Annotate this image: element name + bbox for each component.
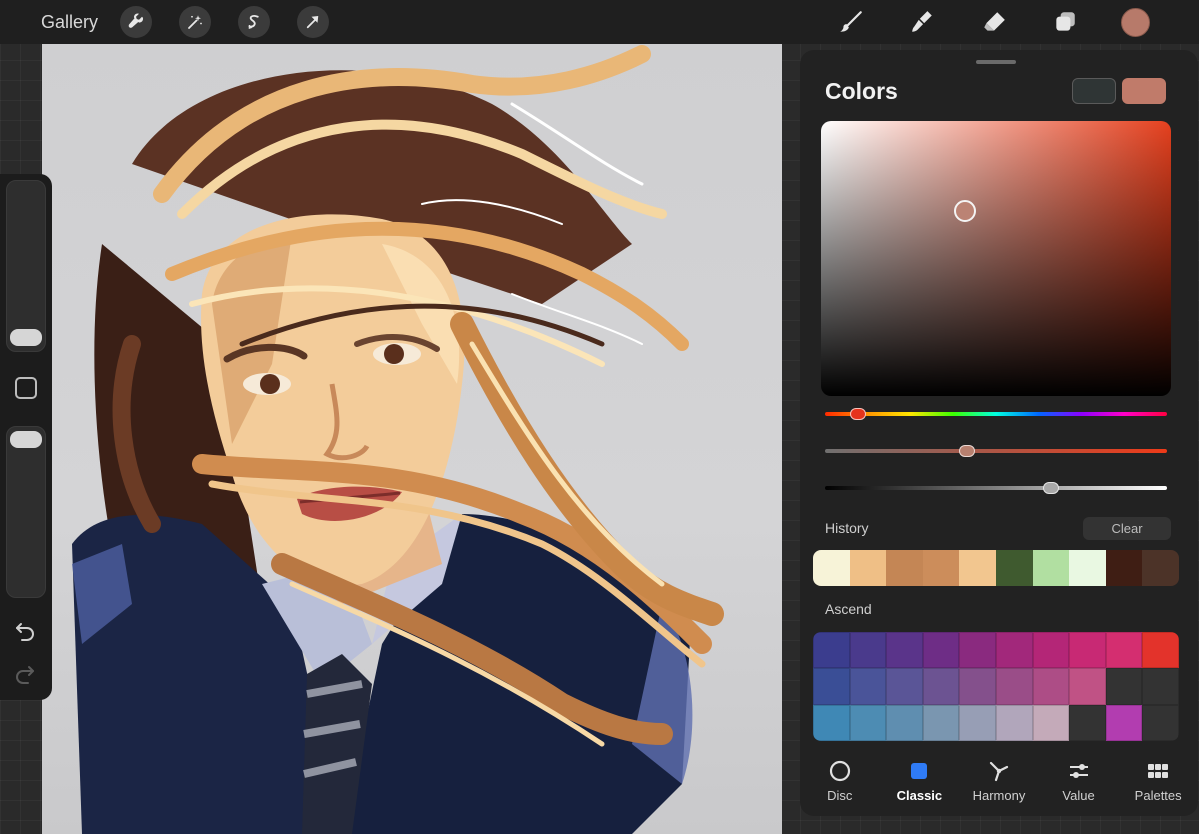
palette-swatch[interactable] [886, 632, 923, 669]
brightness-knob[interactable] [1043, 482, 1059, 494]
modify-button[interactable] [15, 377, 37, 399]
palette-swatch[interactable] [886, 704, 923, 741]
palette-swatch[interactable] [1032, 632, 1070, 669]
undo-icon[interactable] [13, 619, 37, 643]
tab-label: Harmony [972, 788, 1026, 803]
palette-swatch[interactable] [1142, 632, 1179, 669]
palette-swatch[interactable] [922, 668, 960, 705]
palette-swatch[interactable] [1069, 668, 1106, 705]
transform-arrow-icon[interactable] [297, 6, 329, 38]
square-fill-icon [911, 763, 928, 779]
colors-panel: Colors History Clear Ascend Disc Classic… [800, 50, 1198, 816]
color-mode-tabs: Disc Classic Harmony Value Palettes [800, 750, 1198, 810]
redo-icon[interactable] [13, 662, 37, 686]
tab-value[interactable]: Value [1039, 750, 1119, 810]
brush-icon[interactable] [835, 6, 867, 38]
circle-outline-icon [829, 760, 850, 782]
magic-wand-icon[interactable] [179, 6, 211, 38]
tab-harmony[interactable]: Harmony [959, 750, 1039, 810]
history-swatch[interactable] [922, 550, 960, 586]
tab-palettes[interactable]: Palettes [1118, 750, 1198, 810]
hue-slider[interactable] [825, 408, 1167, 420]
clear-history-button[interactable]: Clear [1083, 517, 1171, 540]
selection-icon[interactable] [238, 6, 270, 38]
history-swatch[interactable] [1069, 550, 1106, 586]
history-label: History [825, 520, 869, 536]
smudge-icon[interactable] [906, 6, 938, 38]
saturation-slider[interactable] [825, 445, 1167, 457]
history-swatch[interactable] [849, 550, 887, 586]
palette-swatch[interactable] [1105, 704, 1143, 741]
palette-swatch[interactable] [959, 632, 996, 669]
palette-swatch[interactable] [922, 632, 960, 669]
palette-swatch[interactable] [849, 632, 887, 669]
saturation-knob[interactable] [959, 445, 975, 457]
palette-swatch[interactable] [959, 704, 996, 741]
brush-size-thumb[interactable] [10, 329, 42, 346]
sliders-icon [1069, 764, 1088, 778]
current-color-swatch[interactable] [1122, 78, 1166, 104]
palette-swatch[interactable] [813, 632, 850, 669]
gallery-button[interactable]: Gallery [41, 12, 98, 33]
history-swatch[interactable] [995, 550, 1033, 586]
history-swatches [813, 550, 1179, 586]
palette-swatch[interactable] [1069, 704, 1106, 741]
brush-size-slider[interactable] [6, 180, 46, 352]
palette-grid [813, 632, 1179, 741]
palette-swatch[interactable] [922, 704, 960, 741]
tab-label: Disc [827, 788, 853, 803]
previous-color-swatch[interactable] [1072, 78, 1116, 104]
tab-label: Palettes [1134, 788, 1182, 803]
history-swatch[interactable] [813, 550, 850, 586]
palette-swatch[interactable] [1032, 704, 1070, 741]
palette-swatch[interactable] [995, 704, 1033, 741]
saturation-brightness-picker[interactable] [821, 121, 1171, 396]
drawing-canvas[interactable] [42, 44, 782, 834]
brightness-slider[interactable] [825, 482, 1167, 494]
palette-swatch[interactable] [1032, 668, 1070, 705]
tab-label: Classic [896, 788, 943, 803]
tab-label: Value [1062, 788, 1095, 803]
palette-swatch[interactable] [959, 668, 996, 705]
palette-swatch[interactable] [849, 704, 887, 741]
palette-swatch[interactable] [1105, 668, 1143, 705]
hue-knob[interactable] [850, 408, 866, 420]
palette-swatch[interactable] [849, 668, 887, 705]
opacity-slider[interactable] [6, 426, 46, 598]
color-picker-handle[interactable] [954, 200, 976, 222]
tab-disc[interactable]: Disc [800, 750, 880, 810]
palette-swatch[interactable] [813, 704, 850, 741]
portrait-painting [72, 45, 724, 834]
opacity-thumb[interactable] [10, 431, 42, 448]
history-swatch[interactable] [1032, 550, 1070, 586]
layers-icon[interactable] [1049, 6, 1081, 38]
active-color-button[interactable] [1121, 8, 1150, 37]
harmony-icon [989, 761, 1009, 782]
top-toolbar: Gallery [0, 0, 1199, 44]
palette-swatch[interactable] [1069, 632, 1106, 669]
wrench-icon[interactable] [120, 6, 152, 38]
palette-swatch[interactable] [886, 668, 923, 705]
palette-swatch[interactable] [1142, 704, 1179, 741]
palette-name: Ascend [825, 601, 872, 617]
palette-swatch[interactable] [1105, 632, 1143, 669]
palette-swatch[interactable] [1142, 668, 1179, 705]
history-swatch[interactable] [1142, 550, 1179, 586]
grid-icon [1148, 764, 1169, 778]
palette-swatch[interactable] [813, 668, 850, 705]
panel-title: Colors [825, 78, 898, 104]
history-swatch[interactable] [1105, 550, 1143, 586]
palette-swatch[interactable] [995, 632, 1033, 669]
history-swatch[interactable] [886, 550, 923, 586]
panel-drag-handle[interactable] [976, 60, 1016, 64]
left-sidebar [0, 174, 52, 700]
tab-classic[interactable]: Classic [880, 750, 960, 810]
eraser-icon[interactable] [978, 6, 1010, 38]
palette-swatch[interactable] [995, 668, 1033, 705]
history-swatch[interactable] [959, 550, 996, 586]
